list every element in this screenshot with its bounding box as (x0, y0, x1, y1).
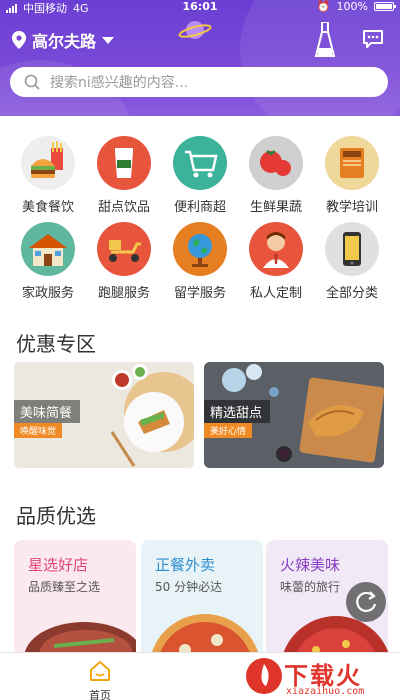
search-placeholder: 搜索ni感兴趣的内容... (50, 75, 189, 91)
promo-card-title: 美味简餐 (14, 400, 81, 423)
category-grid: 美食餐饮 甜点饮品 便利商超 生鲜果蔬 教学培训 家政服务 跑腿服务 留学服务 … (0, 136, 400, 306)
message-icon[interactable] (362, 28, 384, 50)
quality-card-title: 正餐外卖 (155, 556, 216, 574)
alarm-icon: ⏰ (316, 0, 331, 13)
quality-card-subtitle: 50 分钟必达 (155, 580, 223, 594)
category-housekeeping[interactable]: 家政服务 (10, 222, 86, 304)
quality-card-title: 火辣美味 (280, 556, 341, 574)
globe-icon (173, 222, 227, 276)
quality-card-title: 星选好店 (28, 556, 89, 574)
category-label: 生鲜果蔬 (249, 200, 302, 215)
house-icon (21, 222, 75, 276)
tab-home[interactable]: 首页 (78, 659, 122, 700)
search-bar[interactable]: 搜索ni感兴趣的内容... (10, 67, 388, 97)
category-all[interactable]: 全部分类 (314, 222, 390, 304)
watermark-logo-icon (246, 658, 282, 694)
planet-icon (178, 21, 212, 39)
header: 中国移动 4G 16:01 ⏰ 100% 高尔夫路 搜索ni感兴趣的内容... (0, 0, 400, 116)
promo-card-title: 精选甜点 (204, 400, 271, 423)
refresh-icon (356, 591, 377, 613)
location-selector[interactable]: 高尔夫路 (12, 28, 115, 52)
refresh-button[interactable] (346, 582, 386, 622)
category-custom[interactable]: 私人定制 (238, 222, 314, 304)
person-icon (249, 222, 303, 276)
search-icon (24, 74, 40, 90)
bottle-icon (314, 22, 336, 57)
category-study-abroad[interactable]: 留学服务 (162, 222, 238, 304)
category-label: 跑腿服务 (97, 286, 150, 301)
category-label: 甜点饮品 (97, 200, 150, 215)
burger-fries-icon (21, 136, 75, 190)
category-fresh[interactable]: 生鲜果蔬 (238, 136, 314, 218)
quality-section-title: 品质优选 (16, 504, 96, 528)
status-bar: 中国移动 4G 16:01 ⏰ 100% (0, 0, 400, 15)
promo-section-title: 优惠专区 (16, 332, 96, 356)
category-convenience[interactable]: 便利商超 (162, 136, 238, 218)
promo-card-subtitle: 唤醒味觉 (14, 423, 63, 438)
promo-card-dessert[interactable]: 精选甜点 美好心情 (204, 362, 384, 468)
phone-icon (325, 222, 379, 276)
location-text: 高尔夫路 (32, 32, 97, 51)
quality-card-subtitle: 味蕾的旅行 (280, 580, 341, 594)
category-label: 便利商超 (173, 200, 226, 215)
scooter-icon (97, 222, 151, 276)
category-errand[interactable]: 跑腿服务 (86, 222, 162, 304)
watermark: 下载火 xiazaihuo.com (240, 654, 400, 700)
category-label: 家政服务 (21, 286, 74, 301)
battery-percent: 100% (336, 0, 368, 13)
coffee-cup-icon (97, 136, 151, 190)
category-dessert[interactable]: 甜点饮品 (86, 136, 162, 218)
category-label: 私人定制 (249, 286, 302, 301)
shopping-cart-icon (173, 136, 227, 190)
category-label: 全部分类 (325, 286, 378, 301)
home-icon (90, 661, 110, 681)
promo-card-subtitle: 美好心情 (204, 423, 253, 438)
book-icon (325, 136, 379, 190)
dropdown-arrow-icon (102, 36, 115, 44)
promo-card-meal[interactable]: 美味简餐 唤醒味觉 (14, 362, 194, 468)
quality-card-subtitle: 品质臻至之选 (28, 580, 101, 594)
category-education[interactable]: 教学培训 (314, 136, 390, 218)
location-pin-icon (12, 31, 26, 49)
tomato-icon (249, 136, 303, 190)
watermark-url: xiazaihuo.com (286, 686, 365, 697)
tab-home-label: 首页 (89, 689, 111, 700)
category-label: 美食餐饮 (21, 200, 74, 215)
battery-icon (374, 2, 396, 11)
category-label: 留学服务 (173, 286, 226, 301)
category-label: 教学培训 (325, 200, 378, 215)
category-food[interactable]: 美食餐饮 (10, 136, 86, 218)
